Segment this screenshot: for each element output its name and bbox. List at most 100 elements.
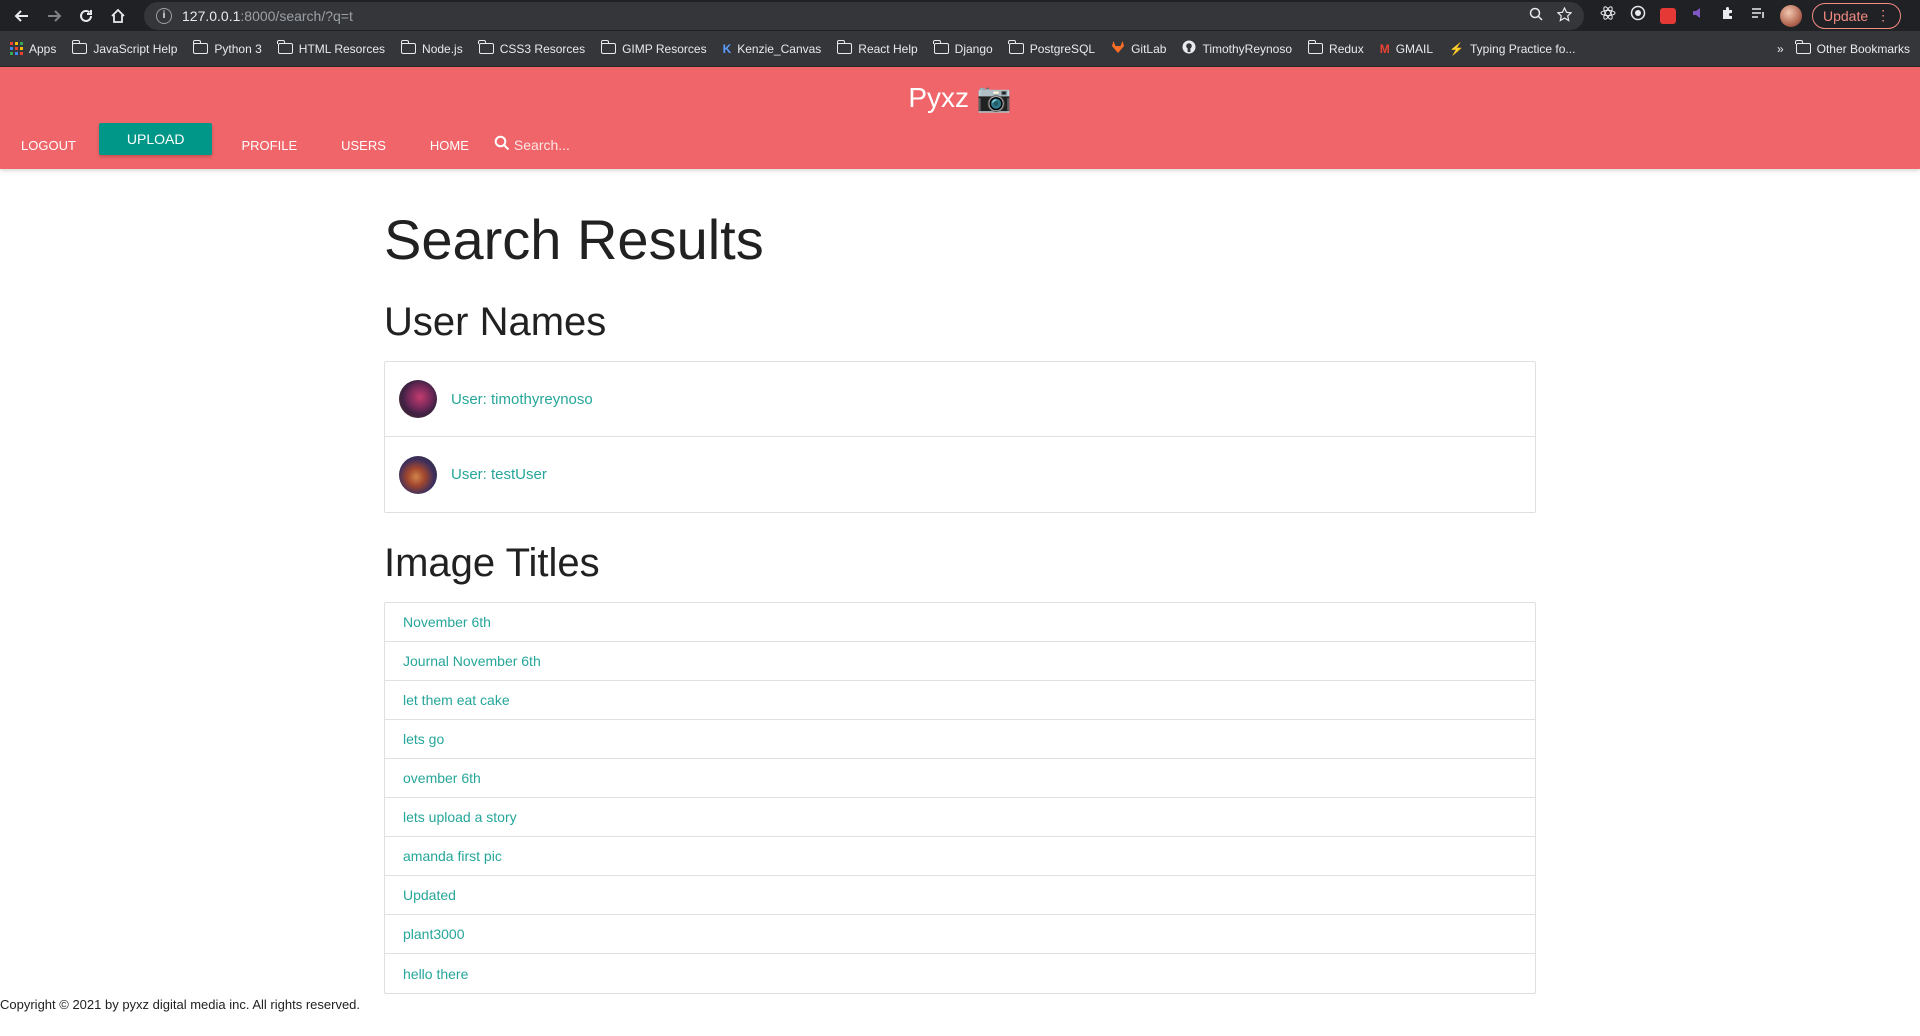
folder-icon: [192, 40, 209, 54]
folder-icon: [836, 40, 853, 54]
extensions-puzzle-icon[interactable]: [1720, 5, 1736, 26]
github-icon: [1182, 40, 1196, 57]
image-title-link[interactable]: lets go: [385, 720, 1535, 759]
bookmarks-overflow-chevron-icon[interactable]: »: [1777, 42, 1784, 56]
user-link[interactable]: User: testUser: [451, 466, 547, 483]
image-title-link[interactable]: amanda first pic: [385, 837, 1535, 876]
bookmark-apps[interactable]: Apps: [10, 42, 56, 56]
bookmark-postgresql[interactable]: PostgreSQL: [1008, 40, 1096, 56]
user-result-item[interactable]: User: testUser: [385, 437, 1535, 512]
bookmark-timothyreynoso[interactable]: TimothyReynoso: [1182, 40, 1292, 57]
bookmark-label: Python 3: [214, 41, 262, 56]
site-info-icon[interactable]: i: [156, 7, 172, 24]
image-title-link[interactable]: plant3000: [385, 915, 1535, 954]
bookmark-html-resorces[interactable]: HTML Resorces: [277, 40, 386, 56]
folder-icon: [71, 40, 88, 54]
nav-logout[interactable]: LOGOUT: [0, 125, 97, 165]
update-button[interactable]: Update ⋮: [1812, 2, 1902, 29]
bookmark-typing-practice[interactable]: ⚡ Typing Practice fo...: [1449, 42, 1575, 56]
address-bar[interactable]: i 127.0.0.1:8000/search/?q=t: [144, 1, 1584, 30]
nav-profile[interactable]: PROFILE: [220, 125, 318, 165]
bookmark-gimp-resorces[interactable]: GIMP Resorces: [600, 40, 707, 56]
reload-icon[interactable]: [72, 2, 100, 30]
search-bar: [494, 135, 714, 156]
image-title-link[interactable]: hello there: [385, 954, 1535, 993]
target-extension-icon[interactable]: [1630, 5, 1646, 26]
footer-copyright: Copyright © 2021 by pyxz digital media i…: [0, 997, 361, 1012]
search-icon: [494, 135, 514, 156]
bookmark-javascript-help[interactable]: JavaScript Help: [71, 40, 178, 56]
bookmark-label: HTML Resorces: [298, 41, 386, 56]
user-link[interactable]: User: timothyreynoso: [451, 391, 593, 408]
nav-users[interactable]: USERS: [320, 125, 407, 165]
bookmark-gitlab[interactable]: GitLab: [1111, 40, 1166, 57]
image-titles-heading: Image Titles: [384, 541, 600, 585]
kebab-menu-icon[interactable]: ⋮: [1876, 7, 1890, 24]
folder-icon: [1008, 40, 1024, 54]
page-title: Search Results: [384, 208, 764, 271]
bookmark-label: CSS3 Resorces: [499, 41, 586, 56]
folder-icon: [400, 40, 417, 54]
react-devtools-icon[interactable]: [1600, 5, 1616, 26]
reading-list-icon[interactable]: [1750, 5, 1766, 26]
user-results-list: User: timothyreynoso User: testUser: [384, 361, 1536, 513]
back-arrow-icon[interactable]: [8, 2, 36, 30]
image-title-link[interactable]: November 6th: [385, 603, 1535, 642]
bookmark-django[interactable]: Django: [933, 40, 993, 56]
update-label: Update: [1823, 7, 1869, 24]
bookmark-gmail[interactable]: M GMAIL: [1380, 42, 1433, 56]
bookmark-redux[interactable]: Redux: [1307, 40, 1364, 56]
bookmark-label: TimothyReynoso: [1202, 41, 1293, 56]
forward-arrow-icon[interactable]: [40, 2, 68, 30]
bookmark-label: Redux: [1329, 41, 1364, 56]
bookmark-other-bookmarks[interactable]: Other Bookmarks: [1795, 40, 1910, 56]
main-navbar: LOGOUT UPLOAD PROFILE USERS HOME: [0, 123, 1920, 165]
search-input[interactable]: [513, 137, 714, 153]
image-title-link[interactable]: Journal November 6th: [385, 642, 1535, 681]
voice-extension-icon[interactable]: [1690, 5, 1706, 26]
bookmark-label: React Help: [858, 41, 918, 56]
bookmark-label: Typing Practice fo...: [1470, 41, 1576, 56]
bookmark-star-icon[interactable]: [1556, 6, 1573, 25]
apps-grid-icon: [10, 42, 23, 55]
bookmark-label: PostgreSQL: [1029, 41, 1096, 56]
bookmark-label: Node.js: [422, 41, 463, 56]
bookmark-nodejs[interactable]: Node.js: [400, 40, 463, 56]
upload-button[interactable]: UPLOAD: [98, 123, 213, 155]
nav-home[interactable]: HOME: [409, 125, 490, 165]
avatar[interactable]: [399, 380, 437, 418]
brand-logo[interactable]: Pyxz 📷: [0, 81, 1920, 114]
folder-icon: [1307, 40, 1324, 54]
url-path: :8000/search/?q=t: [240, 7, 353, 24]
bookmark-label: JavaScript Help: [93, 41, 178, 56]
browser-toolbar: i 127.0.0.1:8000/search/?q=t Update ⋮: [0, 0, 1920, 31]
bookmark-react-help[interactable]: React Help: [836, 40, 918, 56]
bookmark-css3-resorces[interactable]: CSS3 Resorces: [478, 40, 586, 56]
folder-icon: [933, 40, 949, 54]
zoom-icon[interactable]: [1529, 7, 1543, 25]
image-title-link[interactable]: lets upload a story: [385, 798, 1535, 837]
bookmark-label: Django: [954, 41, 993, 56]
bookmark-label: Other Bookmarks: [1816, 41, 1910, 56]
search-results-main: Search Results User Names User: timothyr…: [384, 169, 1536, 994]
gitlab-icon: [1111, 40, 1125, 57]
folder-icon: [277, 40, 293, 54]
url-host: 127.0.0.1: [182, 7, 241, 24]
bookmark-label: GIMP Resorces: [622, 41, 707, 56]
image-title-link[interactable]: ovember 6th: [385, 759, 1535, 798]
bookmark-label: GitLab: [1131, 41, 1167, 56]
image-title-link[interactable]: let them eat cake: [385, 681, 1535, 720]
user-names-heading: User Names: [384, 300, 607, 344]
profile-avatar-icon[interactable]: [1780, 4, 1802, 27]
youtube-extension-icon[interactable]: [1660, 7, 1676, 24]
bookmark-label: Apps: [29, 41, 57, 56]
avatar[interactable]: [399, 455, 437, 494]
user-result-item[interactable]: User: timothyreynoso: [385, 362, 1535, 437]
folder-icon: [1795, 40, 1811, 54]
bookmark-python-3[interactable]: Python 3: [192, 40, 262, 56]
bookmark-kenzie-canvas[interactable]: K Kenzie_Canvas: [723, 42, 822, 56]
home-icon[interactable]: [104, 2, 132, 30]
bookmark-label: Kenzie_Canvas: [737, 41, 822, 56]
image-title-link[interactable]: Updated: [385, 876, 1535, 915]
folder-icon: [478, 40, 494, 54]
